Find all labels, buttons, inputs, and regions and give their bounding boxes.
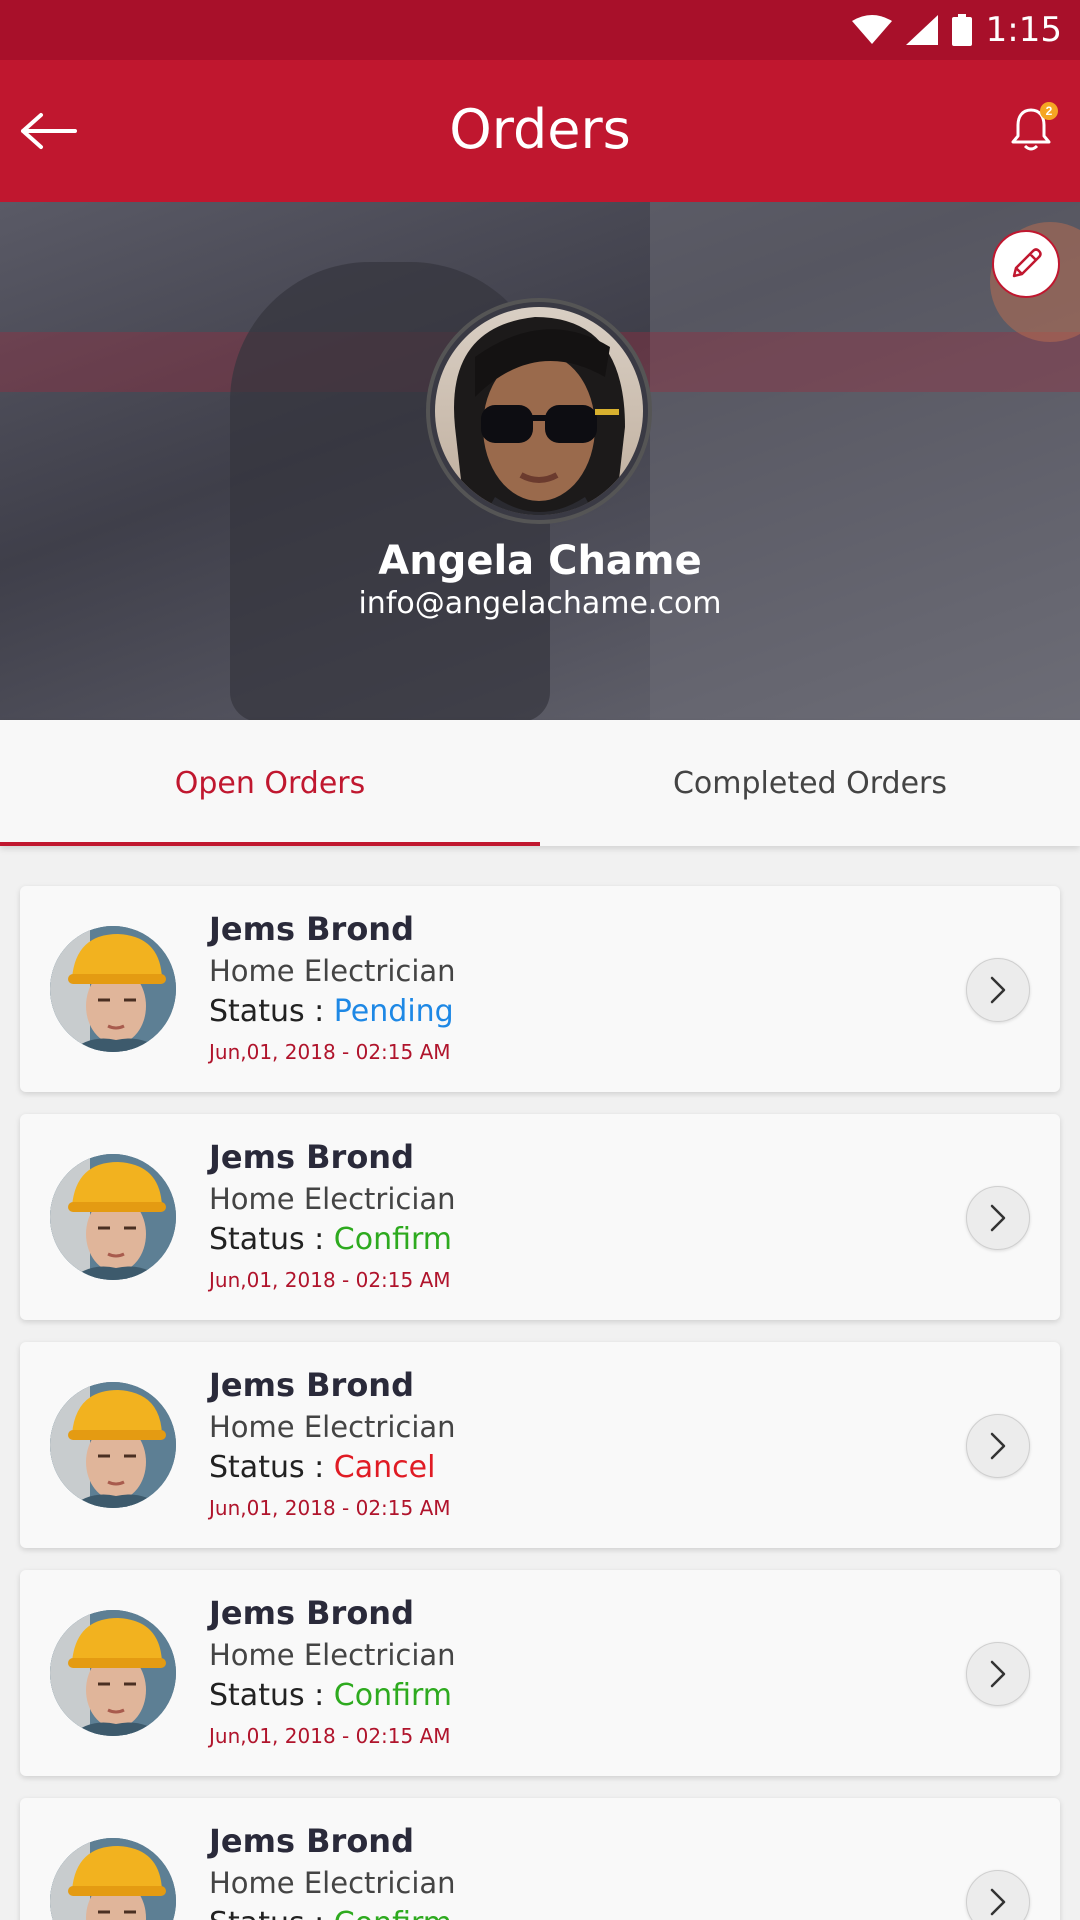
worker-avatar: [50, 1382, 176, 1508]
page-title: Orders: [449, 98, 631, 161]
edit-profile-button[interactable]: [992, 230, 1060, 298]
app-bar: Orders 2: [0, 60, 1080, 202]
order-date: Jun,01, 2018 - 02:15 AM: [209, 1724, 451, 1748]
worker-role: Home Electrician: [209, 1638, 456, 1672]
profile-header: Angela Chame info@angelachame.com: [0, 202, 1080, 720]
status-badge: Pending: [333, 994, 454, 1029]
order-details-button[interactable]: [966, 1186, 1030, 1250]
battery-icon: [951, 14, 972, 46]
worker-name: Jems Brond: [209, 1594, 414, 1632]
order-card[interactable]: Jems Brond Home Electrician Status : Can…: [20, 1342, 1060, 1548]
worker-avatar: [50, 1154, 176, 1280]
worker-name: Jems Brond: [209, 910, 414, 948]
order-status: Status : Pending: [209, 994, 454, 1029]
pencil-icon: [1012, 248, 1042, 278]
order-status: Status : Cancel: [209, 1450, 435, 1485]
status-badge: Cancel: [333, 1450, 436, 1485]
worker-avatar: [50, 926, 176, 1052]
worker-name: Jems Brond: [209, 1366, 414, 1404]
status-label: Status :: [209, 1678, 334, 1713]
profile-email: info@angelachame.com: [358, 586, 722, 621]
status-label: Status :: [209, 994, 334, 1029]
status-label: Status :: [209, 1450, 334, 1485]
order-details-button[interactable]: [966, 1414, 1030, 1478]
status-label: Status :: [209, 1906, 334, 1920]
chevron-right-icon: [990, 1432, 1006, 1460]
order-date: Jun,01, 2018 - 02:15 AM: [209, 1496, 451, 1520]
order-status: Status : Confirm: [209, 1906, 452, 1920]
status-icons: 1:15: [851, 10, 1062, 50]
worker-name: Jems Brond: [209, 1822, 414, 1860]
order-date: Jun,01, 2018 - 02:15 AM: [209, 1268, 451, 1292]
tab-completed-orders[interactable]: Completed Orders: [540, 720, 1080, 846]
profile-avatar: [426, 298, 652, 524]
profile-name: Angela Chame: [378, 538, 702, 584]
status-label: Status :: [209, 1222, 334, 1257]
order-status: Status : Confirm: [209, 1222, 452, 1257]
order-card[interactable]: Jems Brond Home Electrician Status : Con…: [20, 1570, 1060, 1776]
worker-role: Home Electrician: [209, 1866, 456, 1900]
status-badge: Confirm: [334, 1906, 452, 1920]
status-time: 1:15: [985, 10, 1062, 50]
worker-avatar: [50, 1610, 176, 1736]
orders-list: Jems Brond Home Electrician Status : Pen…: [0, 846, 1080, 1920]
worker-role: Home Electrician: [209, 1182, 456, 1216]
chevron-right-icon: [990, 976, 1006, 1004]
status-badge: Confirm: [333, 1222, 453, 1257]
wifi-icon: [851, 15, 892, 44]
order-card[interactable]: Jems Brond Home Electrician Status : Con…: [20, 1114, 1060, 1320]
worker-name: Jems Brond: [209, 1138, 414, 1176]
worker-role: Home Electrician: [209, 954, 456, 988]
notification-badge: 2: [1040, 102, 1058, 120]
worker-role: Home Electrician: [209, 1410, 456, 1444]
status-bar: 1:15: [0, 0, 1080, 60]
order-card[interactable]: Jems Brond Home Electrician Status : Con…: [20, 1798, 1060, 1920]
order-status: Status : Confirm: [209, 1678, 452, 1713]
order-details-button[interactable]: [966, 1642, 1030, 1706]
status-badge: Confirm: [333, 1678, 453, 1713]
cell-signal-icon: [905, 15, 938, 45]
chevron-right-icon: [990, 1204, 1006, 1232]
notifications-button[interactable]: 2: [996, 94, 1066, 164]
order-details-button[interactable]: [966, 1870, 1030, 1920]
tab-open-orders[interactable]: Open Orders: [0, 720, 540, 846]
order-details-button[interactable]: [966, 958, 1030, 1022]
chevron-right-icon: [990, 1660, 1006, 1688]
order-tabs: Open Orders Completed Orders: [0, 720, 1080, 846]
worker-avatar: [50, 1838, 176, 1920]
avatar-photo: [435, 307, 643, 515]
chevron-right-icon: [990, 1888, 1006, 1916]
order-card[interactable]: Jems Brond Home Electrician Status : Pen…: [20, 886, 1060, 1092]
order-date: Jun,01, 2018 - 02:15 AM: [209, 1040, 451, 1064]
